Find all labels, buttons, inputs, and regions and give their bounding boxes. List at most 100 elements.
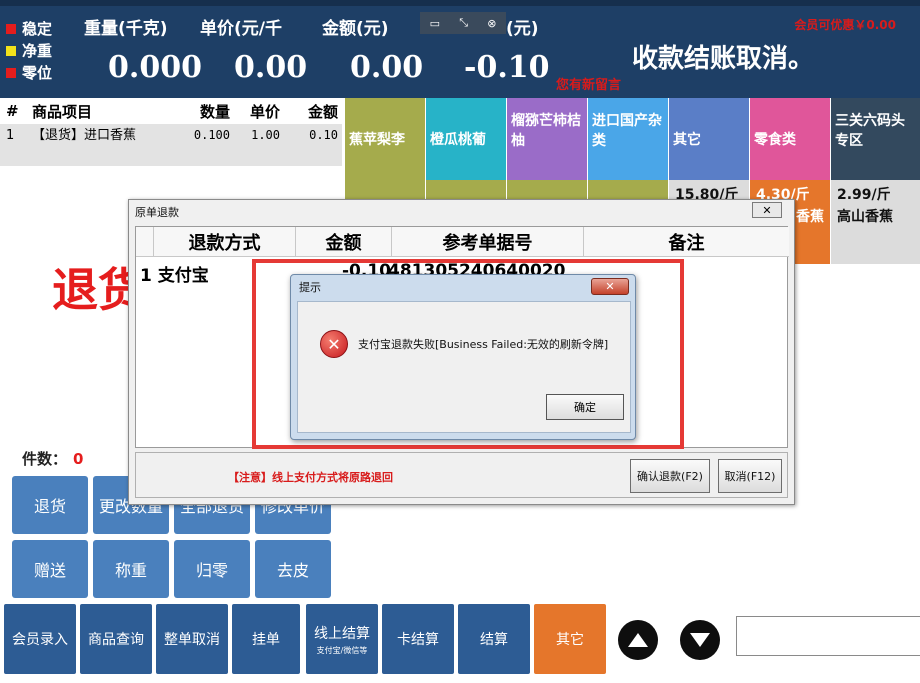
scroll-down-icon[interactable] [680, 620, 720, 660]
category-tile[interactable]: 进口国产杂类 [588, 98, 668, 180]
col-name: 商品项目 [32, 102, 93, 121]
product-tile-faded [426, 180, 506, 200]
refund-footer: 【注意】线上支付方式将原路退回 确认退款(F2) 取消(F12) [135, 452, 788, 498]
status-stable: 稳定 [6, 18, 52, 39]
refund-col-ref: 参考单据号 [392, 227, 584, 257]
status-net-weight-indicator [6, 45, 16, 56]
alert-close-button[interactable]: ✕ [591, 278, 629, 295]
mini-toolbar: ▭ ⤡ ⊗ [420, 12, 506, 34]
card-settle-button[interactable]: 卡结算 [382, 604, 454, 674]
settle-button[interactable]: 结算 [458, 604, 530, 674]
online-settle-sub: 支付宝/微信等 [316, 645, 368, 655]
amount-label: 金额(元) [322, 19, 389, 39]
return-button[interactable]: 退货 [12, 476, 88, 534]
tare-button[interactable]: 去皮 [255, 540, 331, 598]
header-bar: 稳定 净重 零位 重量(千克) 0.000 单价(元/千 0.00 金额(元) … [0, 0, 920, 98]
status-zero-indicator [6, 67, 16, 78]
gift-button[interactable]: 赠送 [12, 540, 88, 598]
member-entry-button[interactable]: 会员录入 [4, 604, 76, 674]
fullscreen-icon[interactable]: ⤡ [459, 16, 468, 30]
online-settle-label: 线上结算 [314, 625, 370, 642]
row-qty: 0.100 [193, 128, 230, 142]
product-search-button[interactable]: 商品查询 [80, 604, 152, 674]
status-net-weight: 净重 [6, 40, 52, 61]
alert-dialog: 提示 ✕ ✕ 支付宝退款失败[Business Failed:无效的刷新令牌] … [290, 274, 636, 440]
col-price: 单价 [249, 102, 280, 121]
refund-close-button[interactable]: ✕ [752, 202, 782, 218]
col-amount: 金额 [307, 102, 338, 121]
item-table-header: # 商品项目 数量 单价 金额 [0, 98, 342, 124]
confirm-refund-button[interactable]: 确认退款(F2) [630, 459, 710, 493]
row-no: 1 [6, 128, 15, 143]
cancel-order-label: 整单取消 [164, 632, 220, 648]
row-amount: 0.10 [309, 128, 338, 142]
weigh-button[interactable]: 称重 [93, 540, 169, 598]
category-tile[interactable]: 橙瓜桃葡 [426, 98, 506, 180]
member-entry-label: 会员录入 [12, 632, 68, 648]
refund-col-note: 备注 [584, 227, 789, 257]
product-search-label: 商品查询 [88, 632, 144, 648]
hold-order-button[interactable]: 挂单 [232, 604, 300, 674]
row-name: 【退货】进口香蕉 [32, 128, 137, 143]
product-price: 2.99/斤 [837, 187, 891, 203]
cancel-order-button[interactable]: 整单取消 [156, 604, 228, 674]
refund-row-method[interactable]: 1 支付宝 [140, 261, 209, 286]
alert-message: 支付宝退款失败[Business Failed:无效的刷新令牌] [358, 338, 609, 351]
product-tile-faded [588, 180, 668, 200]
product-name: 高山香蕉 [837, 209, 893, 225]
barcode-input[interactable] [736, 616, 920, 656]
col-qty: 数量 [199, 102, 230, 121]
item-table: # 商品项目 数量 单价 金额 1 【退货】进口香蕉 0.100 1.00 0.… [0, 98, 342, 166]
top-strip [0, 0, 920, 6]
piece-count: 件数： 0 [22, 448, 83, 469]
product-tile[interactable]: 2.99/斤 高山香蕉 [831, 180, 920, 264]
weight-value: 0.000 [108, 50, 202, 85]
close-icon: ✕ [605, 280, 615, 293]
status-net-weight-label: 净重 [22, 42, 53, 60]
status-stable-label: 稳定 [22, 20, 53, 38]
zero-button[interactable]: 归零 [174, 540, 250, 598]
status-zero: 零位 [6, 62, 52, 83]
refund-window-title: 原单退款 [129, 200, 794, 224]
col-no: # [6, 102, 19, 120]
category-tile[interactable]: 三关六码头专区 [831, 98, 920, 180]
other-label: 其它 [556, 632, 584, 648]
online-settle-button[interactable]: 线上结算 支付宝/微信等 [306, 604, 378, 674]
other-button[interactable]: 其它 [534, 604, 606, 674]
product-tile-faded [507, 180, 587, 200]
weight-label: 重量(千克) [84, 19, 168, 39]
unit-price-value: 0.00 [234, 50, 308, 85]
status-zero-label: 零位 [22, 64, 53, 82]
close-icon[interactable]: ⊗ [487, 17, 496, 30]
category-tile[interactable]: 蕉苹梨李 [345, 98, 425, 180]
member-discount: 会员可优惠￥0.00 [794, 18, 896, 32]
piece-count-value: 0 [73, 450, 84, 468]
pos-screen: 稳定 净重 零位 重量(千克) 0.000 单价(元/千 0.00 金额(元) … [0, 0, 920, 683]
refund-col-amount: 金额 [296, 227, 392, 257]
category-tile[interactable]: 榴猕芒柿桔柚 [507, 98, 587, 180]
settle-label: 结算 [480, 632, 508, 648]
close-icon: ✕ [762, 203, 772, 217]
refund-col-blank [136, 227, 154, 257]
category-tile[interactable]: 零食类 [750, 98, 830, 180]
unit-price-label: 单价(元/千 [200, 19, 282, 39]
product-tile-faded [345, 180, 425, 200]
card-settle-label: 卡结算 [397, 632, 439, 648]
change-label: (元) [506, 19, 539, 39]
amount-value: 0.00 [350, 50, 424, 85]
new-message-link[interactable]: 您有新留言 [556, 74, 621, 93]
alert-body: ✕ 支付宝退款失败[Business Failed:无效的刷新令牌] 确定 [297, 301, 631, 433]
scroll-up-icon[interactable] [618, 620, 658, 660]
cancel-refund-button[interactable]: 取消(F12) [718, 459, 782, 493]
row-price: 1.00 [251, 128, 280, 142]
refund-notice: 【注意】线上支付方式将原路退回 [228, 471, 393, 484]
change-value: -0.10 [464, 50, 550, 85]
alert-ok-button[interactable]: 确定 [546, 394, 624, 420]
refund-col-method: 退款方式 [154, 227, 296, 257]
keyboard-icon[interactable]: ▭ [430, 17, 440, 30]
table-row[interactable]: 1 【退货】进口香蕉 0.100 1.00 0.10 [0, 124, 342, 166]
category-tile[interactable]: 其它 [669, 98, 749, 180]
checkout-message: 收款结账取消。 [632, 44, 815, 74]
piece-count-label: 件数： [22, 450, 68, 468]
hold-order-label: 挂单 [252, 632, 280, 648]
